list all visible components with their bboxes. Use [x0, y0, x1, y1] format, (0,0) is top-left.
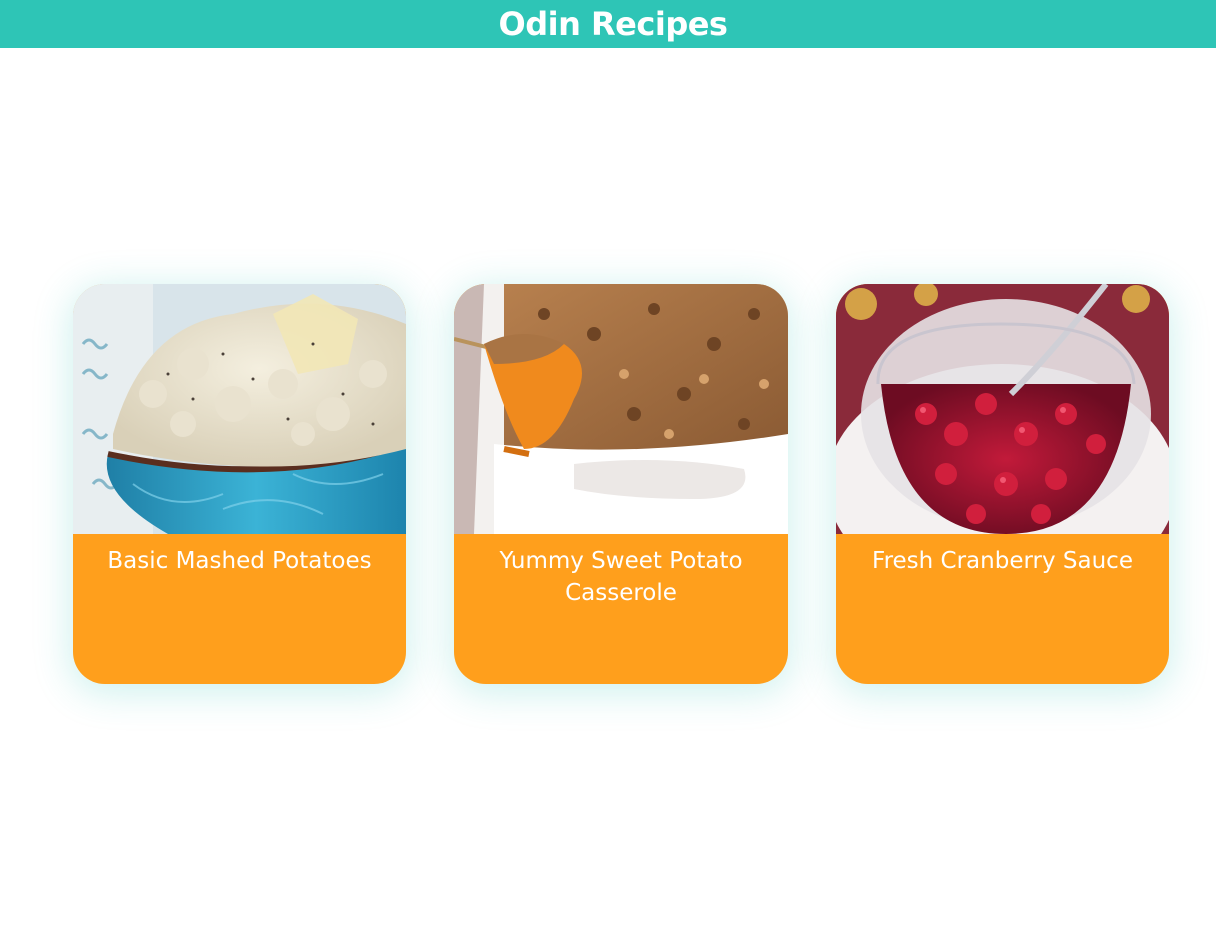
recipe-card-sweet-potato-casserole[interactable]: Yummy Sweet Potato Casserole: [454, 284, 788, 684]
page-title: Odin Recipes: [498, 5, 728, 43]
recipe-title[interactable]: Fresh Cranberry Sauce: [836, 534, 1169, 577]
cranberry-sauce-photo: [836, 284, 1169, 534]
recipe-card-cranberry-sauce[interactable]: Fresh Cranberry Sauce: [836, 284, 1169, 684]
recipe-card-mashed-potatoes[interactable]: Basic Mashed Potatoes: [73, 284, 406, 684]
site-header: Odin Recipes: [0, 0, 1216, 48]
mashed-potatoes-photo: [73, 284, 406, 534]
recipe-title[interactable]: Basic Mashed Potatoes: [73, 534, 406, 577]
sweet-potato-casserole-photo: [454, 284, 788, 534]
recipe-title[interactable]: Yummy Sweet Potato Casserole: [454, 534, 788, 609]
recipe-cards: Basic Mashed Potatoes Yummy Sweet Potato…: [0, 284, 1216, 684]
